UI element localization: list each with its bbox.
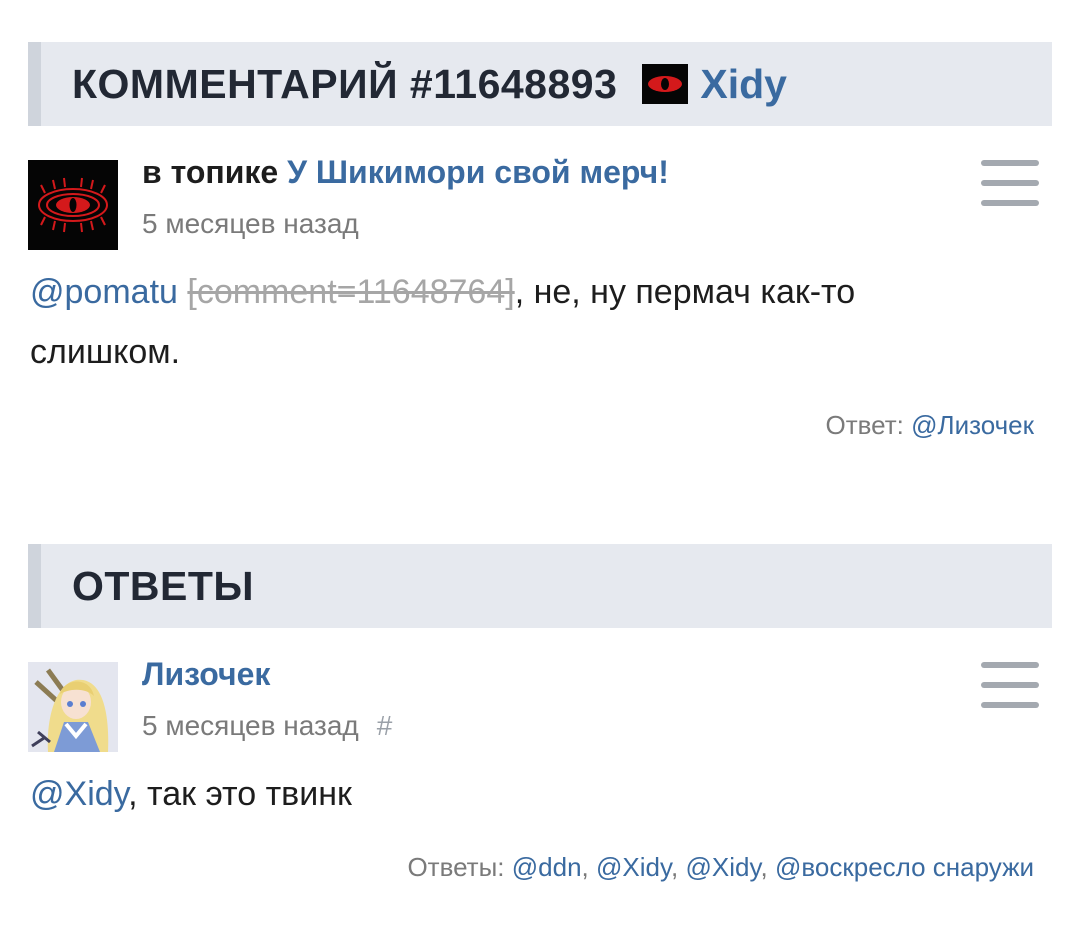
comment-text-line2: слишком. bbox=[30, 333, 181, 371]
comment-text: , не, ну пермач как-то bbox=[514, 273, 856, 311]
comment-reply-line: Ответ: @Лизочек bbox=[825, 410, 1034, 441]
header-username: Xidy bbox=[700, 60, 787, 107]
comment-topic-line: в топике У Шикимори свой мерч! bbox=[142, 154, 669, 191]
answer-mention-link[interactable]: @Xidy bbox=[30, 775, 128, 813]
reply-user-link[interactable]: @Лизочек bbox=[911, 410, 1034, 440]
answer-body: @Xidy, так это твинк bbox=[30, 764, 1030, 824]
anime-girl-avatar-icon bbox=[28, 662, 118, 752]
answers-header: ОТВЕТЫ bbox=[28, 544, 1052, 628]
topic-link[interactable]: У Шикимори свой мерч! bbox=[287, 154, 669, 190]
reply-link[interactable]: @воскресло снаружи bbox=[775, 852, 1034, 882]
answers-title: ОТВЕТЫ bbox=[72, 562, 255, 609]
replies-label: Ответы: bbox=[407, 852, 505, 882]
quote-tag: [comment=11648764] bbox=[187, 273, 515, 311]
answer-text: , так это твинк bbox=[128, 775, 352, 813]
header-user-link[interactable]: Xidy bbox=[642, 61, 787, 108]
header-user-avatar-icon bbox=[642, 64, 689, 104]
reply-link[interactable]: @Xidy bbox=[596, 852, 671, 882]
reply-label: Ответ: bbox=[825, 410, 904, 440]
reply-link[interactable]: @ddn bbox=[512, 852, 582, 882]
answer-menu-icon[interactable] bbox=[981, 662, 1039, 708]
author-avatar[interactable] bbox=[28, 160, 118, 250]
comment-title: КОММЕНТАРИЙ #11648893 bbox=[72, 60, 618, 107]
answer-permalink[interactable]: # bbox=[377, 710, 393, 741]
comment-menu-icon[interactable] bbox=[981, 160, 1039, 206]
answer-author-link[interactable]: Лизочек bbox=[142, 656, 270, 693]
comment-header: КОММЕНТАРИЙ #11648893 Xidy bbox=[28, 42, 1052, 126]
answer-time: 5 месяцев назад # bbox=[142, 710, 392, 742]
red-eye-icon bbox=[38, 177, 108, 233]
comment-body: @pomatu [comment=11648764], не, ну перма… bbox=[30, 262, 1030, 382]
reply-link[interactable]: @Xidy bbox=[685, 852, 760, 882]
answer-replies-line: Ответы: @ddn, @Xidy, @Xidy, @воскресло с… bbox=[407, 852, 1034, 882]
answer-author-avatar[interactable] bbox=[28, 662, 118, 752]
topic-prefix: в топике bbox=[142, 154, 279, 190]
comment-time-text: 5 месяцев назад bbox=[142, 208, 359, 239]
mention-link[interactable]: @pomatu bbox=[30, 273, 178, 311]
answer-time-text: 5 месяцев назад bbox=[142, 710, 359, 741]
comment-time: 5 месяцев назад bbox=[142, 208, 359, 240]
